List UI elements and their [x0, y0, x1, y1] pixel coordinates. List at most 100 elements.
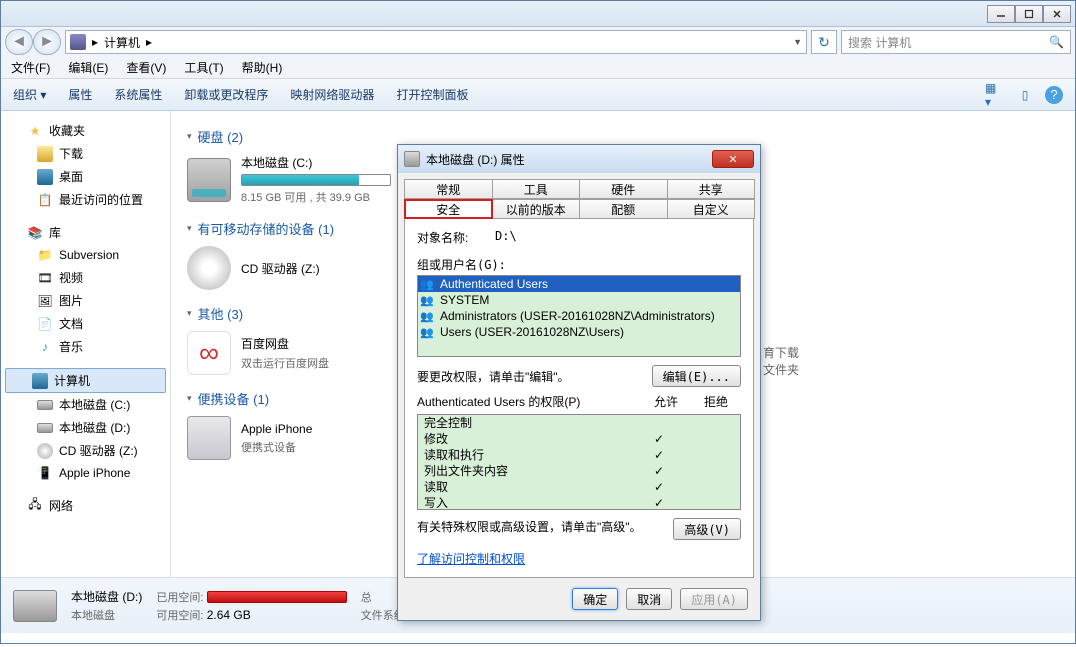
sidebar-cd[interactable]: CD 驱动器 (Z:)	[1, 439, 170, 462]
properties-dialog: 本地磁盘 (D:) 属性 ✕ 常规工具硬件共享 安全以前的版本配额自定义 对象名…	[397, 144, 761, 621]
disk-icon	[13, 590, 57, 622]
edit-hint: 要更改权限，请单击"编辑"。	[417, 368, 570, 385]
tool-cpanel[interactable]: 打开控制面板	[396, 86, 468, 103]
sidebar-videos[interactable]: 🎞视频	[1, 266, 170, 289]
permission-table[interactable]: 完全控制修改✓读取和执行✓列出文件夹内容✓读取✓写入✓	[417, 414, 741, 510]
user-row[interactable]: SYSTEM	[418, 292, 740, 308]
advanced-button[interactable]: 高级(V)	[673, 518, 741, 540]
sidebar-recent[interactable]: 📋最近访问的位置	[1, 188, 170, 211]
recent-icon: 📋	[37, 192, 53, 208]
user-icon	[420, 309, 436, 323]
sidebar-downloads[interactable]: 下载	[1, 142, 170, 165]
refresh-button[interactable]: ↻	[811, 30, 837, 54]
sidebar-desktop[interactable]: 桌面	[1, 165, 170, 188]
user-list[interactable]: Authenticated UsersSYSTEMAdministrators …	[417, 275, 741, 357]
help-icon[interactable]: ?	[1045, 86, 1063, 104]
forward-button[interactable]: ►	[33, 29, 61, 55]
preview-pane-icon[interactable]: ▯	[1015, 85, 1035, 105]
phone-icon: 📱	[37, 465, 53, 481]
sidebar-music[interactable]: ♪音乐	[1, 335, 170, 358]
search-input[interactable]: 搜索 计算机 🔍	[841, 30, 1071, 54]
tab-安全[interactable]: 安全	[404, 199, 493, 219]
breadcrumb: 计算机	[104, 34, 140, 51]
item-label: Apple iPhone	[241, 422, 312, 436]
user-row[interactable]: Users (USER-20161028NZ\Users)	[418, 324, 740, 340]
menu-view[interactable]: 查看(V)	[126, 59, 166, 76]
menu-edit[interactable]: 编辑(E)	[68, 59, 108, 76]
address-dropdown-icon[interactable]: ▼	[793, 37, 802, 47]
sidebar-libraries[interactable]: 📚库	[1, 221, 170, 244]
toolbar: 组织 ▾ 属性 系统属性 卸载或更改程序 映射网络驱动器 打开控制面板 ▦ ▾ …	[1, 79, 1075, 111]
svn-icon: 📁	[37, 247, 53, 263]
music-icon: ♪	[37, 339, 53, 355]
menu-tools[interactable]: 工具(T)	[184, 59, 223, 76]
perm-row: 列出文件夹内容✓	[418, 463, 740, 479]
tab-配额[interactable]: 配额	[579, 199, 668, 219]
sidebar-local-d[interactable]: 本地磁盘 (D:)	[1, 416, 170, 439]
menu-file[interactable]: 文件(F)	[11, 59, 50, 76]
used-bar	[207, 591, 347, 603]
nav-row: ◄ ► ▸ 计算机 ▸ ▼ ↻ 搜索 计算机 🔍	[1, 27, 1075, 57]
baidu-icon: ∞	[187, 331, 231, 375]
address-bar[interactable]: ▸ 计算机 ▸ ▼	[65, 30, 807, 54]
drive-label: 本地磁盘 (C:)	[241, 154, 391, 171]
video-icon: 🎞	[37, 270, 53, 286]
tab-常规[interactable]: 常规	[404, 179, 493, 199]
object-label: 对象名称:	[417, 229, 487, 246]
tool-uninstall[interactable]: 卸载或更改程序	[184, 86, 268, 103]
tab-自定义[interactable]: 自定义	[667, 199, 756, 219]
tab-共享[interactable]: 共享	[667, 179, 756, 199]
user-icon	[420, 293, 436, 307]
tab-硬件[interactable]: 硬件	[579, 179, 668, 199]
user-row[interactable]: Authenticated Users	[418, 276, 740, 292]
star-icon: ★	[27, 123, 43, 139]
perm-row: 完全控制	[418, 415, 740, 431]
learn-link[interactable]: 了解访问控制和权限	[417, 550, 525, 567]
tool-sysprops[interactable]: 系统属性	[114, 86, 162, 103]
back-button[interactable]: ◄	[5, 29, 33, 55]
tool-mapdrive[interactable]: 映射网络驱动器	[290, 86, 374, 103]
user-icon	[420, 277, 436, 291]
disk-icon	[37, 423, 53, 433]
library-icon: 📚	[27, 225, 43, 241]
cd-icon	[187, 246, 231, 290]
sidebar-favorites[interactable]: ★收藏夹	[1, 119, 170, 142]
edit-button[interactable]: 编辑(E)...	[652, 365, 741, 387]
dialog-titlebar[interactable]: 本地磁盘 (D:) 属性 ✕	[398, 145, 760, 173]
menu-help[interactable]: 帮助(H)	[242, 59, 283, 76]
perm-header: Authenticated Users 的权限(P)	[417, 393, 641, 410]
tab-工具[interactable]: 工具	[492, 179, 581, 199]
perm-row: 读取✓	[418, 479, 740, 495]
sidebar-iphone[interactable]: 📱Apple iPhone	[1, 462, 170, 484]
sidebar: ★收藏夹 下载 桌面 📋最近访问的位置 📚库 📁Subversion 🎞视频 🖼…	[1, 111, 171, 577]
perm-row: 读取和执行✓	[418, 447, 740, 463]
phone-icon	[187, 416, 231, 460]
dialog-close-button[interactable]: ✕	[712, 150, 754, 168]
sidebar-pictures[interactable]: 🖼图片	[1, 289, 170, 312]
tool-organize[interactable]: 组织 ▾	[13, 86, 46, 103]
ok-button[interactable]: 确定	[572, 588, 618, 610]
sidebar-local-c[interactable]: 本地磁盘 (C:)	[1, 393, 170, 416]
tab-panel-security: 对象名称: D:\ 组或用户名(G): Authenticated UsersS…	[404, 218, 754, 578]
perm-row: 修改✓	[418, 431, 740, 447]
close-button[interactable]	[1043, 5, 1071, 23]
tool-properties[interactable]: 属性	[68, 86, 92, 103]
item-sublabel: 双击运行百度网盘	[241, 355, 329, 371]
item-label: 百度网盘	[241, 335, 329, 352]
folder-icon	[37, 146, 53, 162]
view-mode-icon[interactable]: ▦ ▾	[985, 85, 1005, 105]
desktop-icon	[37, 169, 53, 185]
minimize-button[interactable]	[987, 5, 1015, 23]
apply-button[interactable]: 应用(A)	[680, 588, 748, 610]
document-icon: 📄	[37, 316, 53, 332]
disk-icon	[37, 400, 53, 410]
sidebar-subversion[interactable]: 📁Subversion	[1, 244, 170, 266]
sidebar-documents[interactable]: 📄文档	[1, 312, 170, 335]
cancel-button[interactable]: 取消	[626, 588, 672, 610]
sidebar-network[interactable]: 🖧网络	[1, 494, 170, 517]
maximize-button[interactable]	[1015, 5, 1043, 23]
usage-bar	[241, 174, 391, 186]
tab-以前的版本[interactable]: 以前的版本	[492, 199, 581, 219]
sidebar-computer[interactable]: 计算机	[5, 368, 166, 393]
user-row[interactable]: Administrators (USER-20161028NZ\Administ…	[418, 308, 740, 324]
